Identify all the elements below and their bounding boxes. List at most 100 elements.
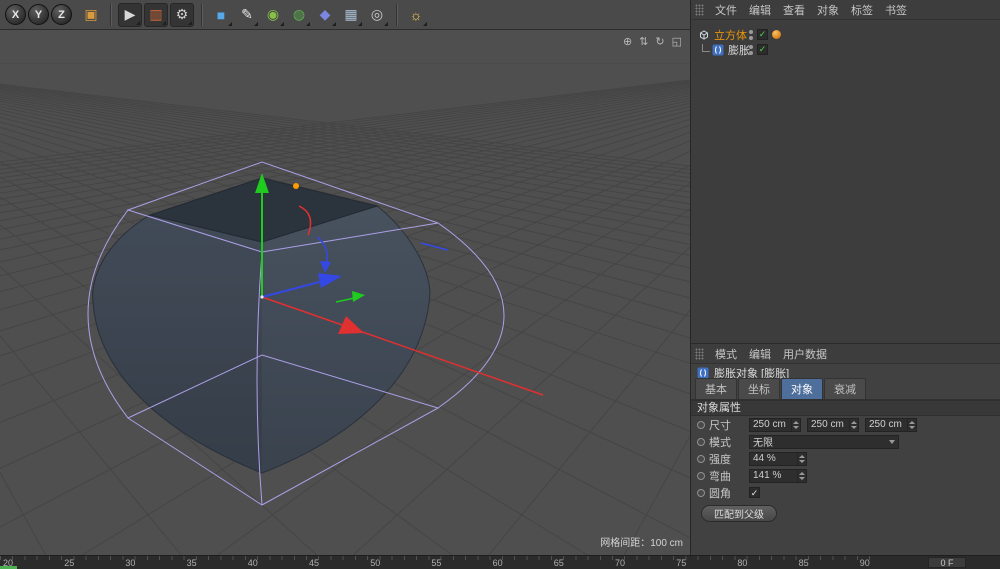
right-panel: 文件编辑查看对象标签书签 立方体 ✓ — [690, 0, 1000, 555]
spinner-icon[interactable] — [907, 419, 916, 431]
attribute-manager-menubar: 模式编辑用户数据 — [691, 344, 1000, 364]
panel-grip-icon[interactable] — [695, 348, 704, 360]
object-label-cube[interactable]: 立方体 — [714, 27, 747, 43]
viewport-canvas[interactable] — [0, 30, 690, 555]
keyframe-dot-icon[interactable] — [697, 438, 705, 446]
render-settings-icon[interactable]: ⚙ — [170, 3, 194, 27]
attribute-tab-0[interactable]: 基本 — [695, 378, 737, 399]
size-label: 尺寸 — [709, 417, 745, 433]
object-tree: 立方体 ✓ 膨胀 — [691, 20, 1000, 343]
menu-item[interactable]: 标签 — [845, 0, 879, 20]
main-toolbar: XYZ ▣ ▶▥⚙ ■✎◉◍◆▦◎ ☼ — [0, 0, 690, 30]
spinner-icon[interactable] — [797, 453, 806, 465]
menu-item[interactable]: 编辑 — [743, 0, 777, 20]
section-object-properties: 对象属性 — [691, 400, 1000, 416]
spinner-icon[interactable] — [797, 470, 806, 482]
bend-label: 弯曲 — [709, 468, 745, 484]
timeline-tick: 20 — [3, 558, 13, 568]
spinner-icon[interactable] — [849, 419, 858, 431]
axis-y-button[interactable]: Y — [28, 4, 49, 25]
bend-field[interactable]: 141 % — [749, 469, 807, 483]
visibility-toggle-dots[interactable] — [749, 45, 753, 55]
generator-icon[interactable]: ◍ — [287, 3, 311, 27]
mode-dropdown[interactable]: 无限 — [749, 435, 899, 449]
attribute-tab-2[interactable]: 对象 — [781, 378, 823, 399]
spline-pen-icon[interactable]: ✎ — [235, 3, 259, 27]
size-x-field[interactable]: 250 cm — [749, 418, 801, 432]
keyframe-dot-icon[interactable] — [697, 472, 705, 480]
object-manager: 文件编辑查看对象标签书签 立方体 ✓ — [691, 0, 1000, 343]
menu-item[interactable]: 编辑 — [743, 344, 777, 364]
panel-grip-icon[interactable] — [695, 4, 704, 16]
spinner-icon[interactable] — [791, 419, 800, 431]
viewport-column: XYZ ▣ ▶▥⚙ ■✎◉◍◆▦◎ ☼ — [0, 0, 690, 555]
current-frame-field[interactable]: 0 F — [928, 557, 966, 568]
menu-item[interactable]: 书签 — [879, 0, 913, 20]
fillet-checkbox[interactable]: ✓ — [749, 487, 760, 498]
attribute-manager-menu-items: 模式编辑用户数据 — [709, 344, 833, 364]
keyframe-dot-icon[interactable] — [697, 421, 705, 429]
mode-label: 模式 — [709, 434, 745, 450]
deformer-icon[interactable]: ◆ — [313, 3, 337, 27]
strength-field[interactable]: 44 % — [749, 452, 807, 466]
object-label-bulge[interactable]: 膨胀 — [728, 42, 750, 58]
timeline-tick: 35 — [187, 558, 197, 568]
keyframe-dot-icon[interactable] — [697, 489, 705, 497]
coordinate-system-icon[interactable]: ▣ — [79, 3, 103, 27]
fillet-label: 圆角 — [709, 485, 745, 501]
enable-check-icon[interactable]: ✓ — [757, 29, 768, 40]
timeline-tick: 90 — [860, 558, 870, 568]
tree-elbow-icon — [702, 44, 710, 52]
toggle-view-icon[interactable]: ◱ — [672, 36, 682, 48]
menu-item[interactable]: 模式 — [709, 344, 743, 364]
menu-item[interactable]: 对象 — [811, 0, 845, 20]
zoom-view-icon[interactable]: ⇅ — [639, 36, 648, 48]
pan-view-icon[interactable]: ⊕ — [623, 36, 632, 48]
menu-item[interactable]: 文件 — [709, 0, 743, 20]
axis-x-button[interactable]: X — [5, 4, 26, 25]
phong-tag-icon[interactable] — [772, 30, 781, 39]
keyframe-dot-icon[interactable] — [697, 455, 705, 463]
property-row-strength: 强度 44 % — [691, 450, 1000, 467]
light-icon[interactable]: ☼ — [404, 3, 428, 27]
attribute-manager: 模式编辑用户数据 膨胀对象 [膨胀] 基本坐标对象衰减 对象属性 尺寸 250 … — [691, 343, 1000, 555]
match-to-parent-button[interactable]: 匹配到父级 — [701, 505, 777, 522]
axis-z-button[interactable]: Z — [51, 4, 72, 25]
primitive-cube-icon[interactable]: ■ — [209, 3, 233, 27]
rotate-view-icon[interactable]: ↻ — [655, 36, 664, 48]
timeline-ruler[interactable]: 0 F 202530354045505560657075808590 — [0, 555, 1000, 569]
camera-icon[interactable]: ◎ — [365, 3, 389, 27]
object-row-cube[interactable]: 立方体 ✓ — [691, 27, 1000, 42]
timeline-tick: 25 — [64, 558, 74, 568]
attribute-tab-1[interactable]: 坐标 — [738, 378, 780, 399]
viewport-3d[interactable]: ⊕⇅↻◱ 网格间距：100 cm — [0, 30, 690, 555]
timeline-tick: 30 — [125, 558, 135, 568]
timeline-tick: 60 — [493, 558, 503, 568]
timeline-tick: 50 — [370, 558, 380, 568]
bulge-object-icon — [712, 44, 724, 56]
chevron-down-icon — [889, 440, 895, 444]
environment-icon[interactable]: ▦ — [339, 3, 363, 27]
attribute-tab-3[interactable]: 衰减 — [824, 378, 866, 399]
render-view-icon[interactable]: ▶ — [118, 3, 142, 27]
timeline-tick: 45 — [309, 558, 319, 568]
menu-item[interactable]: 用户数据 — [777, 344, 833, 364]
timeline-tick: 75 — [676, 558, 686, 568]
cube-object-icon — [698, 29, 710, 41]
attribute-tabs: 基本坐标对象衰减 — [691, 382, 1000, 400]
property-row-fillet: 圆角 ✓ — [691, 484, 1000, 501]
main-area: XYZ ▣ ▶▥⚙ ■✎◉◍◆▦◎ ☼ — [0, 0, 1000, 555]
enable-check-icon[interactable]: ✓ — [757, 44, 768, 55]
property-row-bend: 弯曲 141 % — [691, 467, 1000, 484]
visibility-toggle-dots[interactable] — [749, 30, 753, 40]
menu-item[interactable]: 查看 — [777, 0, 811, 20]
toolbar-separator — [396, 4, 397, 26]
render-region-icon[interactable]: ▥ — [144, 3, 168, 27]
timeline-tick: 70 — [615, 558, 625, 568]
size-y-field[interactable]: 250 cm — [807, 418, 859, 432]
size-z-field[interactable]: 250 cm — [865, 418, 917, 432]
deformer-strength-handle[interactable] — [293, 183, 299, 189]
subdivision-surface-icon[interactable]: ◉ — [261, 3, 285, 27]
object-manager-menu-items: 文件编辑查看对象标签书签 — [709, 0, 913, 20]
object-row-bulge[interactable]: 膨胀 ✓ — [691, 42, 1000, 57]
